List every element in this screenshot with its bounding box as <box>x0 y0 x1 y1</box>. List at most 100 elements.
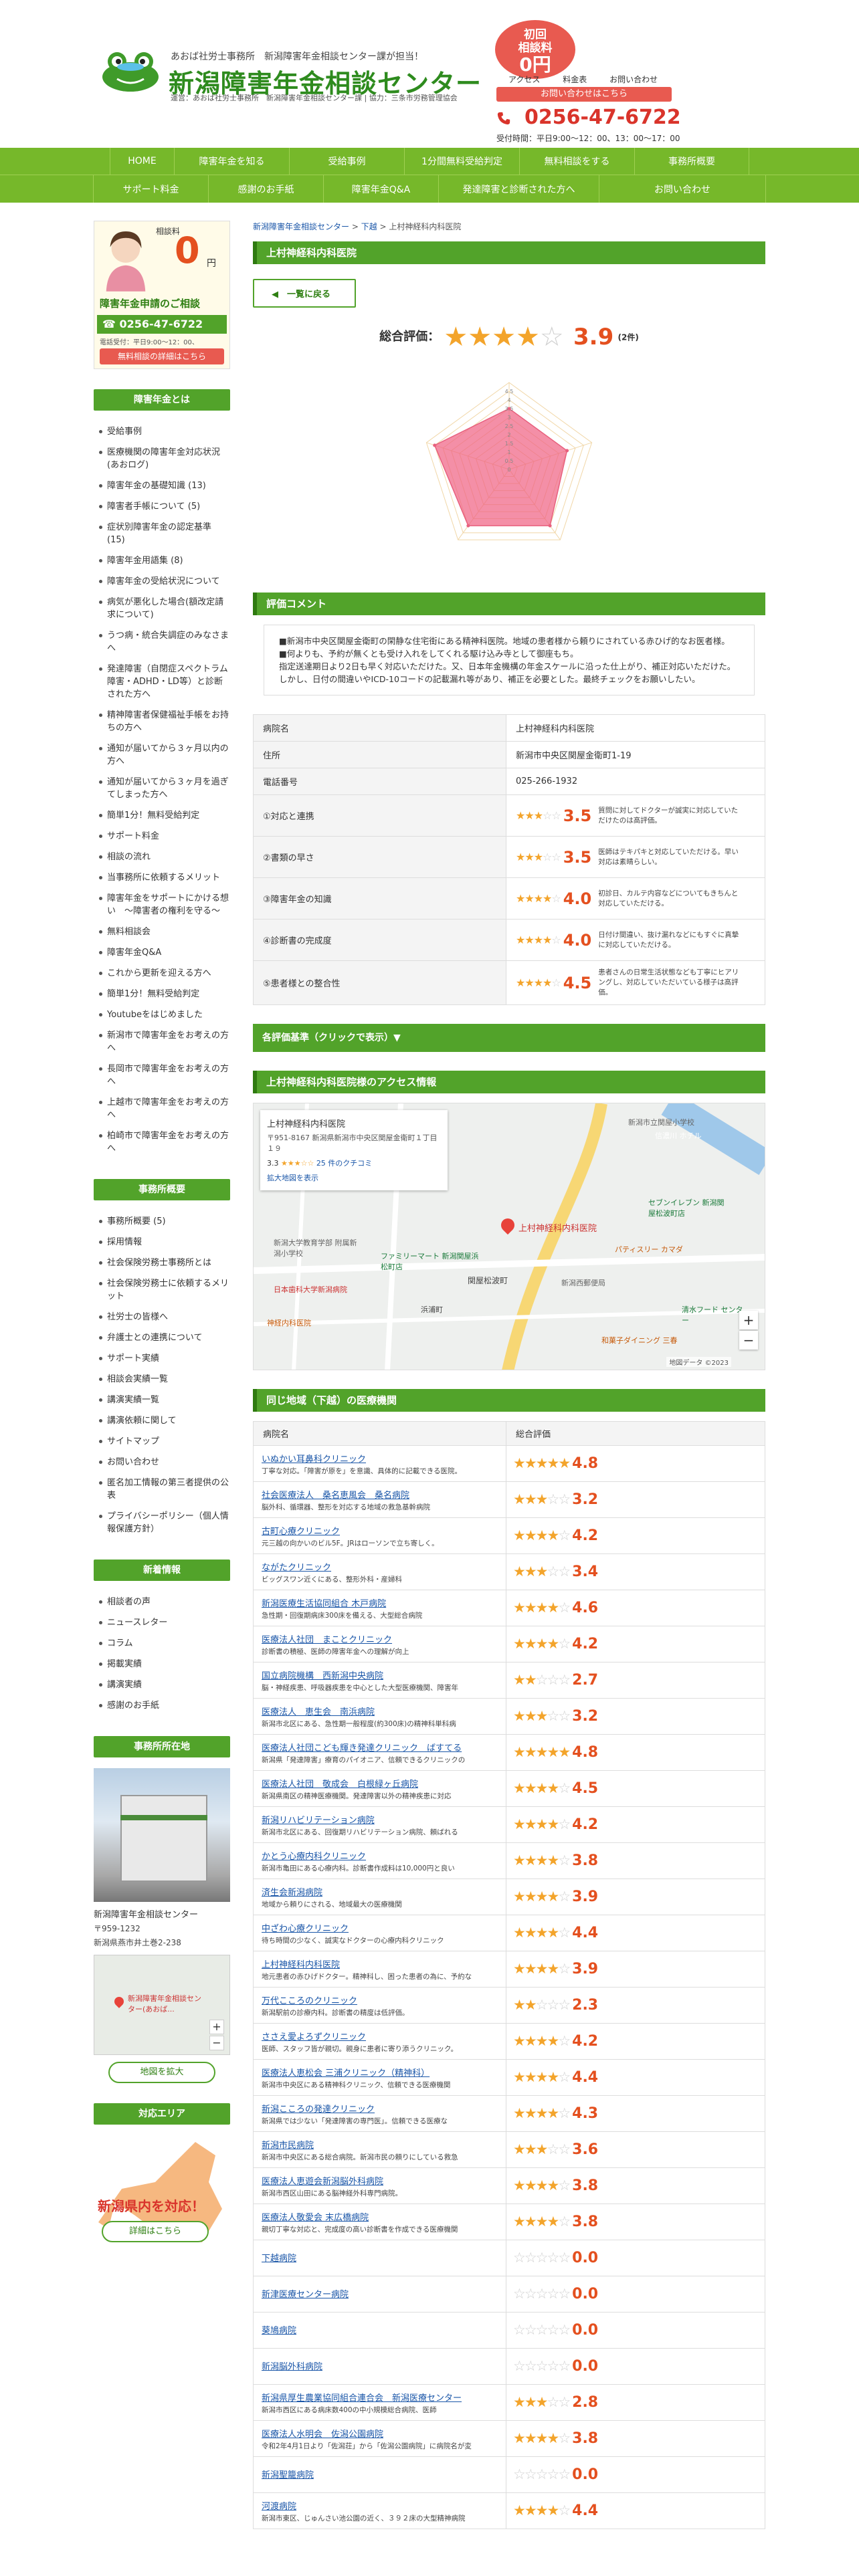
sidebar-about-item[interactable]: 病気が悪化した場合(額改定請求について) <box>94 592 230 625</box>
area-detail-button[interactable]: 詳細はこちら <box>102 2221 209 2242</box>
hospital-link[interactable]: 新潟市民病院 <box>262 2138 498 2151</box>
contact-button[interactable]: お問い合わせはこちら <box>496 87 672 102</box>
hospital-link[interactable]: ささえ愛よろずクリニック <box>262 2030 498 2042</box>
nav-contact[interactable]: お問い合わせ <box>599 175 766 203</box>
hospital-link[interactable]: 上村神経科内科医院 <box>262 1957 498 1970</box>
sidebar-about-item[interactable]: 障害年金用語集 (8) <box>94 550 230 571</box>
sidebar-about-item[interactable]: 簡単1分！無料受給判定 <box>94 984 230 1004</box>
sidebar-about-item[interactable]: 通知が届いてから３ヶ月を過ぎてしまった方へ <box>94 772 230 805</box>
sidebar-about-item[interactable]: 障害年金の受給状況について <box>94 571 230 592</box>
access-map[interactable]: 上村神経科内科医院 〒951-8167 新潟県新潟市中央区関屋金衛町１丁目１９ … <box>253 1103 765 1370</box>
sidebar-office-item[interactable]: 講演依頼に関して <box>94 1410 230 1431</box>
area-banner[interactable]: 新潟県内を対応！ 詳細はこちら <box>94 2135 230 2253</box>
nav-fees[interactable]: サポート料金 <box>93 175 208 203</box>
office-map[interactable]: 新潟障害年金相談センター(あおば... + − <box>94 1955 230 2055</box>
sidebar-news-item[interactable]: 講演実績 <box>94 1675 230 1695</box>
sidebar-office-item[interactable]: サポート実績 <box>94 1348 230 1369</box>
sidebar-about-item[interactable]: 症状別障害年金の認定基準 (15) <box>94 517 230 550</box>
criteria-toggle[interactable]: 各評価基準（クリックで表示）▼ <box>253 1024 765 1052</box>
sidebar-about-item[interactable]: 無料相談会 <box>94 922 230 942</box>
sidebar-office-item[interactable]: 社会保険労務士に依頼するメリット <box>94 1273 230 1307</box>
sidebar-about-item[interactable]: 精神障害者保健福祉手帳をお持ちの方へ <box>94 705 230 738</box>
sidebar-about-item[interactable]: 発達障害（自閉症スペクトラム障害・ADHD・LD等）と診断された方へ <box>94 659 230 705</box>
sidebar-about-item[interactable]: これから更新を迎える方へ <box>94 963 230 984</box>
nav-cases[interactable]: 受給事例 <box>289 148 404 175</box>
zoom-in-icon[interactable]: + <box>209 2020 224 2034</box>
nav-letters[interactable]: 感謝のお手紙 <box>208 175 323 203</box>
hospital-link[interactable]: 中ざわ心療クリニック <box>262 1921 498 1934</box>
breadcrumb-home[interactable]: 新潟障害年金相談センター <box>253 222 349 231</box>
sidebar-about-item[interactable]: 医療機関の障害年金対応状況(あおログ) <box>94 442 230 475</box>
nav-about-pension[interactable]: 障害年金を知る <box>174 148 289 175</box>
consult-banner[interactable]: 相談料 0 円 障害年金申請のご相談 ☎ 0256-47-6722 電話受付：平… <box>94 221 230 369</box>
hospital-link[interactable]: 医療法人社団こども輝き発達クリニック ばすてる <box>262 1741 498 1753</box>
nav-developmental[interactable]: 発達障害と診断された方へ <box>438 175 599 203</box>
sidebar-news-item[interactable]: 感謝のお手紙 <box>94 1695 230 1716</box>
sidebar-about-item[interactable]: 新潟市で障害年金をお考えの方へ <box>94 1025 230 1059</box>
sidebar-office-item[interactable]: 講演実績一覧 <box>94 1390 230 1410</box>
top-link-price[interactable]: 料金表 <box>563 75 587 84</box>
top-link-contact[interactable]: お問い合わせ <box>609 75 658 84</box>
hospital-link[interactable]: 医療法人社団 まことクリニック <box>262 1632 498 1645</box>
hospital-link[interactable]: 医療法人 恵生会 南浜病院 <box>262 1705 498 1717</box>
banner-detail-button[interactable]: 無料相談の詳細はこちら <box>100 348 224 364</box>
hospital-link[interactable]: 医療法人水明会 佐潟公園病院 <box>262 2427 498 2440</box>
sidebar-office-item[interactable]: 事務所概要 (5) <box>94 1211 230 1232</box>
hospital-link[interactable]: 社会医療法人 桑名恵風会 桑名病院 <box>262 1488 498 1501</box>
hospital-link[interactable]: ながたクリニック <box>262 1560 498 1573</box>
hospital-link[interactable]: 新潟県厚生農業協同組合連合会 新潟医療センター <box>262 2391 498 2403</box>
sidebar-about-item[interactable]: サポート料金 <box>94 826 230 847</box>
sidebar-about-item[interactable]: 上越市で障害年金をお考えの方へ <box>94 1092 230 1125</box>
sidebar-office-item[interactable]: 相談会実績一覧 <box>94 1369 230 1390</box>
hospital-link[interactable]: 下越病院 <box>262 2251 498 2264</box>
hospital-link[interactable]: 済生会新潟病院 <box>262 1885 498 1898</box>
sidebar-office-item[interactable]: お問い合わせ <box>94 1452 230 1473</box>
nav-qa[interactable]: 障害年金Q&A <box>323 175 438 203</box>
hospital-link[interactable]: 新潟医療生活協同組合 木戸病院 <box>262 1596 498 1609</box>
sidebar-news-item[interactable]: 相談者の声 <box>94 1592 230 1612</box>
nav-eligibility[interactable]: 1分間無料受給判定 <box>404 148 519 175</box>
hospital-link[interactable]: いぬかい耳鼻科クリニック <box>262 1452 498 1465</box>
hospital-link[interactable]: 新潟こころの発達クリニック <box>262 2102 498 2115</box>
nav-office[interactable]: 事務所概要 <box>634 148 749 175</box>
sidebar-office-item[interactable]: 社労士の皆様へ <box>94 1307 230 1327</box>
top-link-access[interactable]: アクセス <box>508 75 540 84</box>
sidebar-about-item[interactable]: 当事務所に依頼するメリット <box>94 867 230 888</box>
sidebar-about-item[interactable]: 簡単1分！無料受給判定 <box>94 805 230 826</box>
sidebar-about-item[interactable]: Youtubeをはじめました <box>94 1004 230 1025</box>
hospital-link[interactable]: 新潟リハビリテーション病院 <box>262 1813 498 1826</box>
back-to-list-button[interactable]: ◀ 一覧に戻る <box>253 279 357 308</box>
hospital-link[interactable]: 古町心療クリニック <box>262 1524 498 1537</box>
map-enlarge-button[interactable]: 地図を拡大 <box>108 2062 215 2083</box>
sidebar-office-item[interactable]: 匿名加工情報の第三者提供の公表 <box>94 1473 230 1506</box>
hospital-link[interactable]: 新潟脳外科病院 <box>262 2359 498 2372</box>
nav-free-consult[interactable]: 無料相談をする <box>519 148 634 175</box>
frog-logo-icon[interactable] <box>94 47 167 94</box>
sidebar-news-item[interactable]: ニュースレター <box>94 1612 230 1633</box>
sidebar-office-item[interactable]: サイトマップ <box>94 1431 230 1452</box>
map-zoom-out-icon[interactable]: − <box>739 1331 758 1350</box>
sidebar-about-item[interactable]: 通知が届いてから３ヶ月以内の方へ <box>94 738 230 772</box>
hospital-link[interactable]: 国立病院機構 西新潟中央病院 <box>262 1669 498 1681</box>
breadcrumb-area[interactable]: 下越 <box>361 222 377 231</box>
hospital-link[interactable]: 河渡病院 <box>262 2499 498 2512</box>
hospital-link[interactable]: かとう心療内科クリニック <box>262 1849 498 1862</box>
hospital-link[interactable]: 葵鳩病院 <box>262 2323 498 2336</box>
sidebar-about-item[interactable]: 受給事例 <box>94 421 230 442</box>
sidebar-office-item[interactable]: プライバシーポリシー（個人情報保護方針） <box>94 1506 230 1539</box>
sidebar-office-item[interactable]: 社会保険労務士事務所とは <box>94 1253 230 1273</box>
zoom-out-icon[interactable]: − <box>209 2036 224 2050</box>
nav-home[interactable]: HOME <box>110 148 174 175</box>
hospital-link[interactable]: 新潟聖籠病院 <box>262 2468 498 2480</box>
map-card-reviews[interactable]: 25 件のクチコミ <box>316 1159 373 1168</box>
sidebar-news-item[interactable]: 掲載実績 <box>94 1654 230 1675</box>
sidebar-about-item[interactable]: 長岡市で障害年金をお考えの方へ <box>94 1059 230 1092</box>
sidebar-about-item[interactable]: うつ病・統合失調症のみなさまへ <box>94 625 230 659</box>
sidebar-about-item[interactable]: 障害年金の基礎知識 (13) <box>94 475 230 496</box>
sidebar-news-item[interactable]: コラム <box>94 1633 230 1654</box>
hospital-link[interactable]: 医療法人恵松会 三浦クリニック（精神科） <box>262 2066 498 2078</box>
sidebar-about-item[interactable]: 相談の流れ <box>94 847 230 867</box>
hospital-link[interactable]: 新津医療センター病院 <box>262 2287 498 2300</box>
header-phone[interactable]: 0256-47-6722 <box>496 106 681 129</box>
hospital-link[interactable]: 医療法人恵遊会新潟脳外科病院 <box>262 2174 498 2187</box>
